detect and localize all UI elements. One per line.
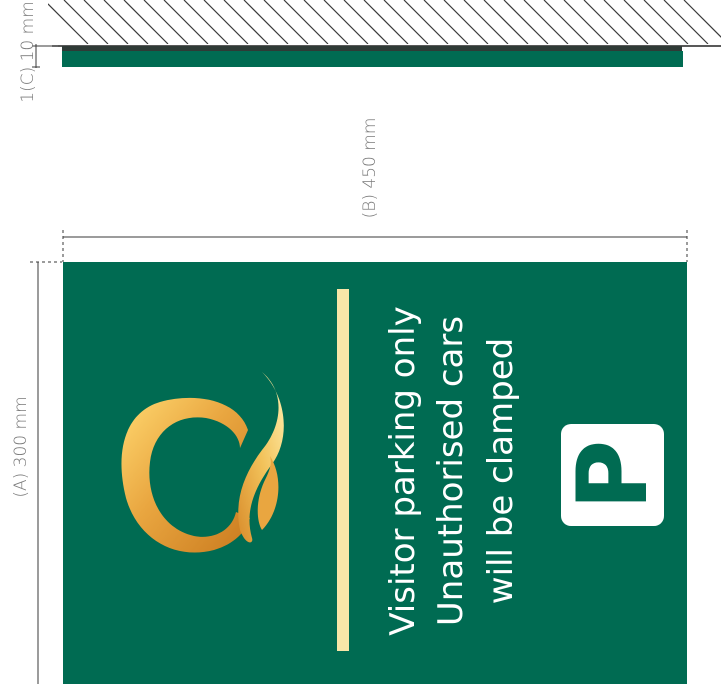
sign-dimension-diagram: 1(C) 10 mm (B) 450 mm (A) 300 mm Visitor… <box>11 0 721 684</box>
wall-hatching <box>48 0 721 44</box>
depth-dimension-label: 1(C) 10 mm <box>18 1 38 103</box>
parking-sign-icon: P <box>557 424 669 526</box>
sign-text-line-1: Visitor parking only <box>383 306 423 635</box>
width-dimension-label: (B) 450 mm <box>360 118 380 219</box>
sign-text-line-2: Unauthorised cars <box>431 316 471 626</box>
width-dimension <box>62 230 688 262</box>
sign-text-line-3: will be clamped <box>481 338 521 604</box>
mounting-bar <box>62 46 682 51</box>
parking-letter: P <box>557 440 669 510</box>
height-dimension-label: (A) 300 mm <box>11 396 31 497</box>
height-dimension <box>30 261 62 684</box>
accent-divider-bar <box>337 289 349 651</box>
sign-edge-view <box>62 51 683 67</box>
